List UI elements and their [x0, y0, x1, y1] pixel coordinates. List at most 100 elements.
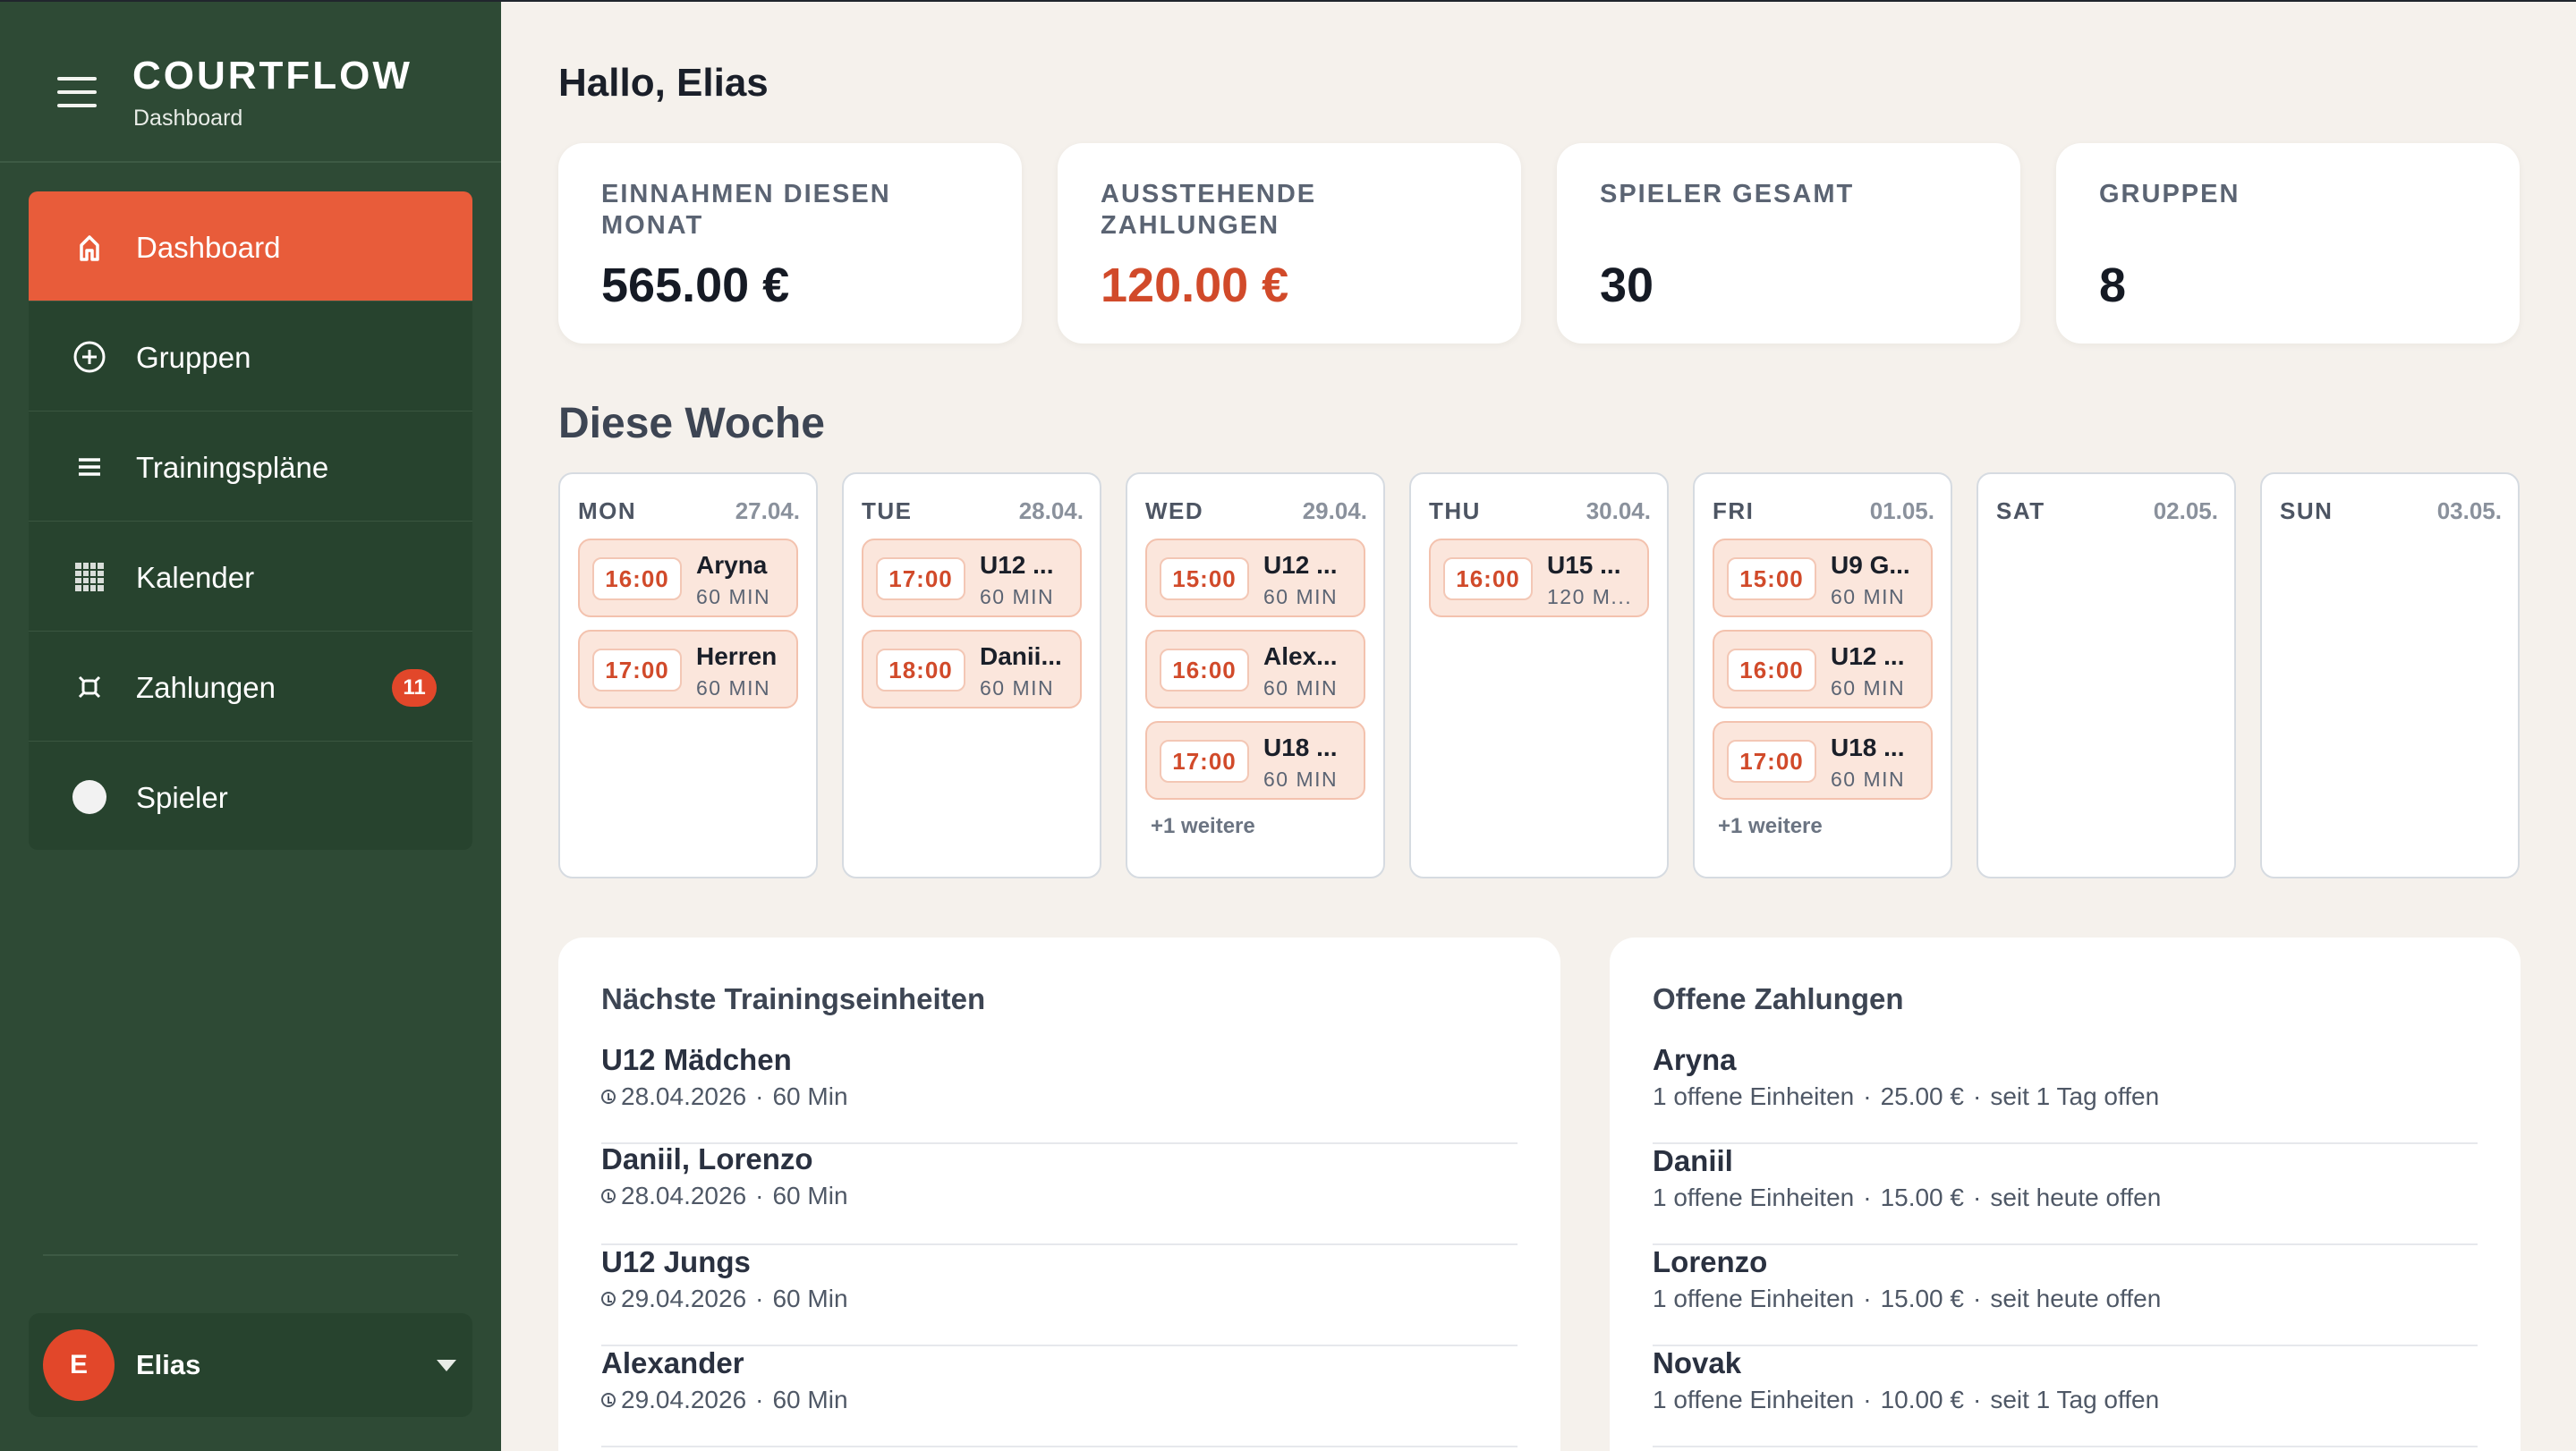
day-column-mon: MON 27.04. 16:00 Aryna 60 MIN 17:00 Herr…: [558, 472, 818, 878]
event-duration: 60 MIN: [696, 676, 771, 700]
event-title: Herren: [696, 642, 778, 670]
calendar-grid-icon: [72, 559, 107, 595]
event-duration: 60 MIN: [1263, 585, 1339, 608]
calendar-event[interactable]: 16:00 U12 ... 60 MIN: [1713, 630, 1933, 709]
sidebar-item-dashboard[interactable]: Dashboard: [29, 191, 472, 301]
app-subtitle: Dashboard: [133, 106, 243, 131]
training-meta: 29.04.2026 · 60 Min: [601, 1386, 848, 1414]
sidebar-item-zahlungen[interactable]: Zahlungen 11: [29, 632, 472, 742]
event-duration: 60 MIN: [1831, 585, 1906, 608]
event-title: U18 ...: [1263, 734, 1338, 761]
day-date: 02.05.: [2153, 497, 2218, 524]
payment-amount: 15.00 €: [1880, 1285, 1964, 1312]
chevron-down-icon[interactable]: [437, 1360, 456, 1371]
list-item[interactable]: U12 Jungs 29.04.2026 · 60 Min: [601, 1245, 1518, 1346]
upcoming-trainings-panel: Nächste Trainingseinheiten U12 Mädchen 2…: [558, 938, 1560, 1451]
calendar-event[interactable]: 16:00 Aryna 60 MIN: [578, 539, 798, 617]
payer-name: Novak: [1653, 1346, 1742, 1379]
calendar-event[interactable]: 17:00 U12 ... 60 MIN: [862, 539, 1082, 617]
menu-icon[interactable]: [57, 77, 97, 107]
event-duration: 60 MIN: [980, 676, 1055, 700]
event-time: 16:00: [1443, 557, 1533, 600]
sidebar-divider: [43, 1254, 458, 1256]
payment-amount: 15.00 €: [1880, 1184, 1964, 1211]
day-name: SAT: [1996, 497, 2045, 524]
list-item[interactable]: Lorenzo 1 offene Einheiten · 15.00 € · seit …: [1653, 1245, 2478, 1346]
sidebar-brand: COURTFLOW Dashboard: [0, 0, 501, 163]
stat-value: 8: [2099, 259, 2127, 312]
event-time: 16:00: [1160, 649, 1249, 692]
event-time: 15:00: [1727, 557, 1816, 600]
stat-label: Gruppen: [2099, 180, 2240, 208]
event-title: U12 ...: [1263, 551, 1338, 579]
calendar-event[interactable]: 16:00 Alex... 60 MIN: [1145, 630, 1365, 709]
stat-label: Ausstehende Zahlungen: [1101, 180, 1317, 240]
upcoming-list: U12 Mädchen 28.04.2026 · 60 Min Daniil, Lo…: [601, 1043, 1518, 1447]
training-duration: 60 Min: [772, 1182, 848, 1209]
panel-title: Offene Zahlungen: [1653, 982, 1904, 1015]
event-duration: 60 MIN: [1263, 768, 1339, 791]
sidebar-item-label: Zahlungen: [136, 671, 276, 704]
sidebar-item-spieler[interactable]: Spieler: [29, 742, 472, 850]
list-item[interactable]: Daniil, Lorenzo 28.04.2026 · 60 Min: [601, 1142, 1518, 1245]
training-date: 29.04.2026: [621, 1386, 747, 1413]
sidebar-item-kalender[interactable]: Kalender: [29, 522, 472, 632]
sidebar-item-label: Spieler: [136, 781, 228, 814]
page-greeting: Hallo, Elias: [558, 61, 769, 105]
calendar-event[interactable]: 17:00 U18 ... 60 MIN: [1145, 721, 1365, 800]
day-column-sun: SUN 03.05.: [2260, 472, 2520, 878]
training-meta: 28.04.2026 · 60 Min: [601, 1182, 848, 1210]
payment-meta: 1 offene Einheiten · 15.00 € · seit heute of…: [1653, 1184, 2162, 1211]
training-name: U12 Jungs: [601, 1245, 751, 1278]
day-date: 01.05.: [1869, 497, 1934, 524]
payments-count-badge: 11: [392, 669, 437, 707]
sidebar-item-gruppen[interactable]: Gruppen: [29, 301, 472, 412]
window-top-border: [0, 0, 2576, 2]
calendar-event[interactable]: 17:00 U18 ... 60 MIN: [1713, 721, 1933, 800]
sidebar-nav: Dashboard Gruppen Trainingspläne Kalende…: [29, 191, 472, 850]
payment-since: seit 1 Tag offen: [1990, 1082, 2160, 1110]
more-events-link[interactable]: +1 weitere: [1718, 814, 1823, 839]
event-time: 17:00: [1160, 740, 1249, 783]
list-item[interactable]: Novak 1 offene Einheiten · 10.00 € · seit 1 …: [1653, 1346, 2478, 1447]
home-icon: [72, 229, 107, 265]
day-column-thu: THU 30.04. 16:00 U15 ... 120 M...: [1409, 472, 1669, 878]
calendar-event[interactable]: 18:00 Danii... 60 MIN: [862, 630, 1082, 709]
training-meta: 29.04.2026 · 60 Min: [601, 1285, 848, 1313]
user-menu[interactable]: E Elias: [29, 1313, 472, 1417]
event-title: Aryna: [696, 551, 768, 579]
clock-icon: [601, 1189, 616, 1203]
event-duration: 60 MIN: [1831, 768, 1906, 791]
training-name: U12 Mädchen: [601, 1043, 792, 1076]
stat-card-players: Spieler gesamt 30: [1557, 143, 2020, 344]
list-item[interactable]: Alexander 29.04.2026 · 60 Min: [601, 1346, 1518, 1447]
list-item[interactable]: Aryna 1 offene Einheiten · 25.00 € · seit 1 …: [1653, 1043, 2478, 1144]
event-title: U9 G...: [1831, 551, 1910, 579]
day-column-sat: SAT 02.05.: [1977, 472, 2236, 878]
calendar-event[interactable]: 15:00 U9 G... 60 MIN: [1713, 539, 1933, 617]
sidebar-item-trainingsplaene[interactable]: Trainingspläne: [29, 412, 472, 522]
day-name: FRI: [1713, 497, 1755, 524]
calendar-event[interactable]: 16:00 U15 ... 120 M...: [1429, 539, 1649, 617]
calendar-event[interactable]: 15:00 U12 ... 60 MIN: [1145, 539, 1365, 617]
list-item[interactable]: Daniil 1 offene Einheiten · 15.00 € · seit h…: [1653, 1144, 2478, 1245]
day-name: SUN: [2280, 497, 2334, 524]
payment-since: seit heute offen: [1990, 1285, 2162, 1312]
training-date: 29.04.2026: [621, 1285, 747, 1312]
day-column-tue: TUE 28.04. 17:00 U12 ... 60 MIN 18:00 Da…: [842, 472, 1101, 878]
week-title: Diese Woche: [558, 400, 825, 447]
payment-meta: 1 offene Einheiten · 25.00 € · seit 1 Tag of…: [1653, 1082, 2160, 1110]
training-name: Daniil, Lorenzo: [601, 1142, 813, 1175]
calendar-event[interactable]: 17:00 Herren 60 MIN: [578, 630, 798, 709]
list-item[interactable]: U12 Mädchen 28.04.2026 · 60 Min: [601, 1043, 1518, 1144]
plus-circle-icon: [72, 339, 107, 375]
payment-units: 1 offene Einheiten: [1653, 1082, 1855, 1110]
stat-label: Einnahmen diesen Monat: [601, 180, 891, 240]
event-title: U12 ...: [980, 551, 1054, 579]
payment-since: seit heute offen: [1990, 1184, 2162, 1211]
payer-name: Lorenzo: [1653, 1245, 1768, 1278]
training-duration: 60 Min: [772, 1386, 848, 1413]
event-time: 16:00: [592, 557, 682, 600]
more-events-link[interactable]: +1 weitere: [1151, 814, 1255, 839]
panel-title: Nächste Trainingseinheiten: [601, 982, 986, 1015]
